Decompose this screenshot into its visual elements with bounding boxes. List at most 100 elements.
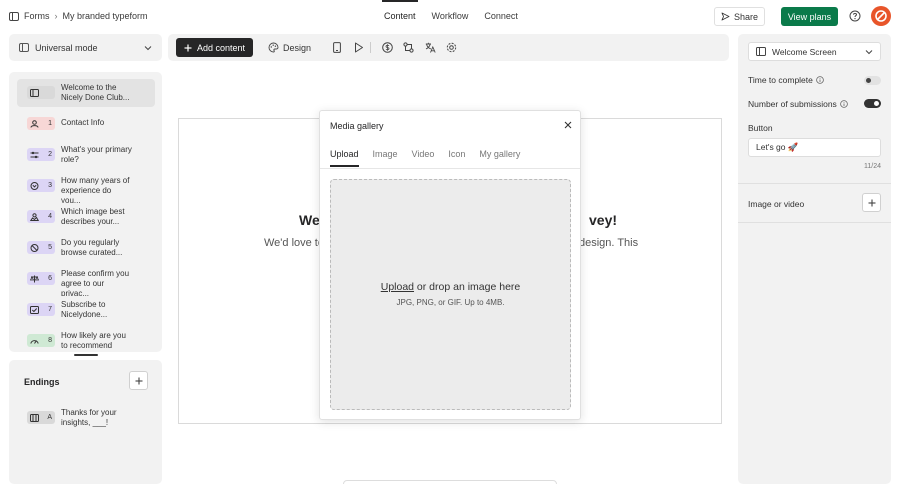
section-divider [738, 183, 891, 184]
tab-content[interactable]: Content [376, 0, 424, 33]
question-list-scrollbar[interactable] [74, 354, 98, 356]
ending-item-a[interactable]: A Thanks for your insights, ___! [17, 404, 155, 432]
user-avatar-icon [875, 10, 887, 22]
question-item-3[interactable]: 3 How many years of experience do you... [17, 172, 155, 203]
preview-heading-right: vey! [589, 212, 618, 228]
breadcrumb: Forms › My branded typeform [9, 11, 148, 21]
question-label: Do you regularly browse curated... [61, 238, 123, 257]
image-video-label: Image or video [748, 199, 805, 209]
currency-icon[interactable] [382, 42, 393, 53]
mode-selector[interactable]: Universal mode [9, 34, 162, 61]
tab-icon[interactable]: Icon [448, 149, 465, 167]
button-text-input[interactable]: Let's go 🚀 [748, 138, 881, 157]
add-ending-button[interactable] [129, 371, 148, 390]
submissions-row: Number of submissions [748, 99, 848, 109]
question-label: Which image best describes your... [61, 207, 125, 226]
forms-icon[interactable] [9, 11, 19, 21]
settings-gear-icon[interactable] [446, 42, 457, 53]
preview-body-right: design. This [579, 237, 639, 249]
add-content-label: Add content [196, 42, 246, 53]
tabs-divider [320, 168, 580, 169]
question-badge: 5 [27, 241, 55, 254]
chevron-right-icon: › [54, 11, 58, 21]
settings-panel: Welcome Screen Time to complete Number o… [738, 34, 891, 484]
question-list: Welcome to the Nicely Done Club... 1 Con… [9, 72, 162, 352]
question-item-7[interactable]: 7 Subscribe to Nicelydone... [17, 296, 155, 324]
tab-connect[interactable]: Connect [476, 0, 526, 33]
screen-type-select[interactable]: Welcome Screen [748, 42, 881, 61]
ending-label: Thanks for your insights, ___! [61, 408, 117, 427]
add-content-button[interactable]: Add content [176, 38, 253, 57]
share-button[interactable]: Share [714, 7, 765, 26]
tab-video[interactable]: Video [412, 149, 435, 167]
question-badge: 3 [27, 179, 55, 192]
mobile-preview-icon[interactable] [333, 42, 341, 53]
top-bar: Forms › My branded typeform Content Work… [0, 0, 900, 33]
section-divider [738, 222, 891, 223]
toggle-knob [866, 78, 871, 83]
time-to-complete-row: Time to complete [748, 75, 824, 85]
translate-icon[interactable] [425, 42, 436, 53]
question-item-welcome[interactable]: Welcome to the Nicely Done Club... [17, 79, 155, 107]
canvas-bottom-bar[interactable] [343, 480, 557, 484]
multiple-choice-icon [30, 151, 39, 158]
editor-toolbar: Add content Design [168, 34, 729, 61]
view-plans-button[interactable]: View plans [781, 7, 838, 26]
chevron-down-icon [144, 45, 152, 50]
breadcrumb-forms[interactable]: Forms [24, 11, 50, 21]
ending-screen-icon [30, 413, 39, 422]
tab-image[interactable]: Image [373, 149, 398, 167]
media-gallery-modal: Media gallery Upload Image Video Icon My… [319, 110, 581, 420]
question-item-5[interactable]: 5 Do you regularly browse curated... [17, 234, 155, 262]
question-label: Welcome to the Nicely Done Club... [61, 83, 130, 102]
mode-label: Universal mode [35, 42, 98, 53]
avatar[interactable] [871, 6, 891, 26]
drop-instruction: or drop an image here [414, 281, 521, 293]
help-icon[interactable] [849, 10, 861, 22]
info-icon[interactable] [840, 100, 848, 108]
logic-icon[interactable] [403, 42, 414, 53]
tab-my-gallery[interactable]: My gallery [479, 149, 520, 167]
question-item-2[interactable]: 2 What's your primary role? [17, 141, 155, 169]
question-badge: 4 [27, 210, 55, 223]
share-label: Share [733, 11, 759, 22]
design-button[interactable]: Design [268, 38, 311, 57]
plus-icon [184, 44, 192, 51]
mode-icon [19, 43, 29, 52]
nps-icon [30, 339, 39, 344]
checkbox-icon [30, 305, 39, 314]
tab-workflow[interactable]: Workflow [424, 0, 477, 33]
dropdown-icon [30, 181, 39, 190]
dropzone-text: Upload or drop an image here [331, 281, 570, 293]
question-badge: 2 [27, 148, 55, 161]
modal-title: Media gallery [330, 121, 384, 131]
play-preview-icon[interactable] [354, 42, 364, 53]
endings-panel: Endings A Thanks for your insights, ___! [9, 360, 162, 484]
question-badge: 7 [27, 303, 55, 316]
welcome-screen-icon [30, 88, 39, 97]
question-label: What's your primary role? [61, 145, 132, 164]
send-icon [721, 12, 730, 21]
media-tabs: Upload Image Video Icon My gallery [330, 149, 520, 167]
submissions-label: Number of submissions [748, 99, 837, 109]
breadcrumb-form-title[interactable]: My branded typeform [63, 11, 148, 21]
upload-link[interactable]: Upload [381, 281, 414, 293]
legal-icon [30, 275, 39, 282]
info-icon[interactable] [816, 76, 824, 84]
time-to-complete-toggle[interactable] [864, 76, 881, 85]
question-item-6[interactable]: 6 Please confirm you agree to our privac… [17, 265, 155, 296]
button-section-label: Button [748, 123, 773, 133]
tab-upload[interactable]: Upload [330, 149, 359, 167]
question-badge: 8 [27, 334, 55, 347]
question-item-8[interactable]: 8 How likely are you to recommend Nicely… [17, 327, 155, 352]
close-icon[interactable] [564, 121, 572, 129]
question-item-4[interactable]: 4 Which image best describes your... [17, 203, 155, 231]
ending-badge: A [27, 411, 55, 424]
upload-dropzone[interactable]: Upload or drop an image here JPG, PNG, o… [330, 179, 571, 410]
question-item-1[interactable]: 1 Contact Info [17, 110, 155, 138]
question-badge [27, 86, 55, 99]
question-label: How likely are you to recommend Nicely..… [61, 331, 126, 352]
time-to-complete-label: Time to complete [748, 75, 813, 85]
submissions-toggle[interactable] [864, 99, 881, 108]
add-media-button[interactable] [862, 193, 881, 212]
